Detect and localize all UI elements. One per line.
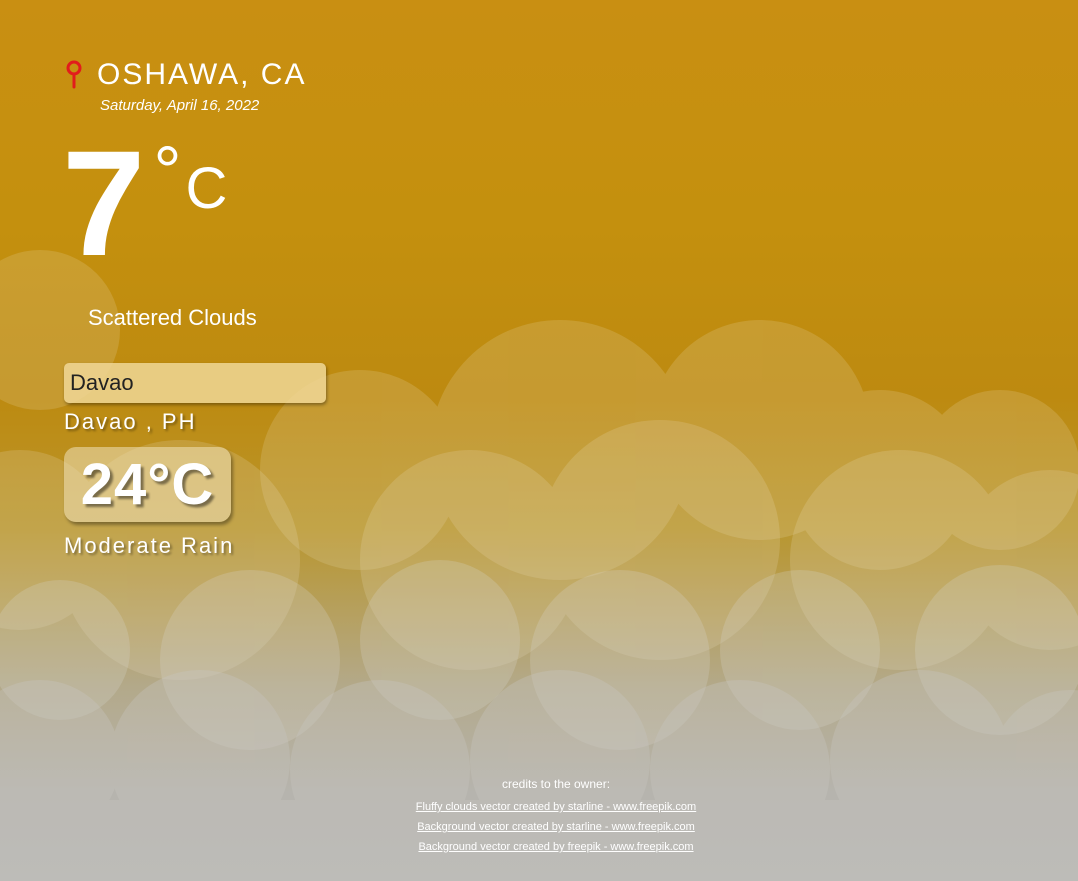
current-date: Saturday, April 16, 2022	[100, 97, 260, 114]
search-result-description: Moderate Rain	[64, 533, 235, 558]
credit-link-background-freepik[interactable]: Background vector created by freepik - w…	[339, 837, 773, 857]
map-pin-icon	[66, 60, 82, 89]
credit-link-fluffy-clouds[interactable]: Fluffy clouds vector created by starline…	[339, 797, 773, 817]
credits-section: credits to the owner: Fluffy clouds vect…	[339, 777, 773, 857]
weather-app: OSHAWA, CA Saturday, April 16, 2022 7 ° …	[0, 0, 1078, 881]
temperature-value: 7	[62, 119, 146, 287]
search-result-temperature: 24°C	[80, 452, 215, 517]
current-city: OSHAWA, CA	[97, 58, 307, 91]
degree-symbol: °	[153, 132, 182, 210]
current-location: OSHAWA, CA	[64, 58, 306, 92]
current-temperature: 7 ° C	[62, 128, 227, 278]
credit-link-background-starline[interactable]: Background vector created by starline - …	[339, 817, 773, 837]
credits-title: credits to the owner:	[501, 777, 611, 791]
temperature-unit: C	[185, 156, 228, 221]
city-search-input[interactable]	[64, 363, 326, 403]
search-result-temperature-badge: 24°C	[64, 447, 231, 522]
weather-description: Scattered Clouds	[88, 305, 257, 330]
search-result-city: Davao , PH	[64, 409, 197, 434]
